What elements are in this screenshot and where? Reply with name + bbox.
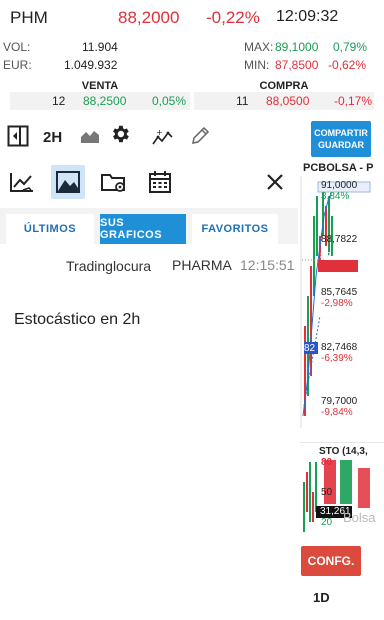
level-5-value: 82,7468 [321,342,358,353]
stoch-level-20: 20 [321,517,333,528]
price-change: -0,22% [206,8,260,27]
compra-percent: -0,17% [334,94,373,108]
last-price: 88,2000 [118,8,180,27]
max-percent: 0,79% [333,40,368,54]
level-6-value: 79,7000 [321,396,358,407]
min-value: 87,8500 [275,58,319,72]
compra-price: 88,0500 [266,94,310,108]
level-5-percent: -6,39% [321,353,353,364]
line-chart-icon[interactable] [5,165,39,199]
ticker-symbol: PHM [10,8,48,27]
max-label: MAX: [244,40,274,54]
eur-value: 1.049.932 [64,58,118,72]
area-chart-icon[interactable] [78,124,102,148]
tab-favoritos[interactable]: FAVORITOS [192,214,278,244]
compra-label: COMPRA [259,80,309,92]
calendar-icon[interactable] [143,165,177,199]
panel-toggle-icon[interactable] [6,124,30,148]
gear-icon[interactable] [108,122,132,146]
marker-label: 82 [304,343,316,354]
interval-selector[interactable]: 2H [43,129,62,146]
level-6-percent: -9,84% [321,407,353,418]
stoch-level-50: 50 [321,487,333,498]
compra-box: 11 88,0500 -0,17% [194,92,374,110]
max-value: 89,1000 [275,40,319,54]
svg-text:+: + [156,128,163,137]
folder-settings-icon[interactable] [97,165,131,199]
pencil-icon[interactable] [188,124,212,148]
watermark: Bolsa [343,510,376,525]
venta-qty: 12 [52,94,66,108]
min-percent: -0,62% [328,58,367,72]
post-symbol[interactable]: PHARMA [172,257,232,273]
level-3-value: 88,2000 [320,251,357,262]
eur-label: EUR: [3,58,32,72]
period-selector[interactable]: 1D [313,590,330,605]
level-2-value: 88,7822 [321,234,358,245]
venta-price: 88,2500 [83,94,127,108]
save-label: GUARDAR [318,140,364,150]
share-save-button[interactable]: COMPARTIR GUARDAR [311,121,371,157]
post-author[interactable]: Tradinglocura [66,258,151,274]
venta-percent: 0,05% [152,94,187,108]
mountain-chart-icon[interactable] [51,165,85,199]
post-text[interactable]: Estocástico en 2h [14,311,140,329]
close-icon[interactable] [258,165,292,199]
config-button[interactable]: CONFG. [301,546,361,576]
stochastic-panel[interactable] [300,442,384,542]
clock: 12:09:32 [276,8,339,25]
tab-ultimos[interactable]: ÚLTIMOS [6,214,94,244]
level-1-percent: 3,84% [321,191,350,202]
stoch-level-80: 80 [321,457,333,468]
venta-label: VENTA [81,80,119,92]
min-label: MIN: [244,58,270,72]
tab-sus-graficos[interactable]: SUS GRAFICOS [100,214,186,244]
compra-qty: 11 [236,94,249,108]
mini-chart-title: PCBOLSA - P [303,162,374,174]
level-4-value: 85,7645 [321,287,358,298]
level-4-percent: -2,98% [321,298,353,309]
venta-box: 12 88,2500 0,05% [10,92,190,110]
vol-label: VOL: [3,40,31,54]
indicator-icon[interactable]: + [150,126,174,150]
vol-value: 11.904 [82,40,118,54]
level-1-value: 91,0000 [321,180,358,191]
share-label: COMPARTIR [314,128,368,138]
stochastic-label: STO (14,3, [319,446,368,457]
post-time: 12:15:51 [240,257,295,273]
